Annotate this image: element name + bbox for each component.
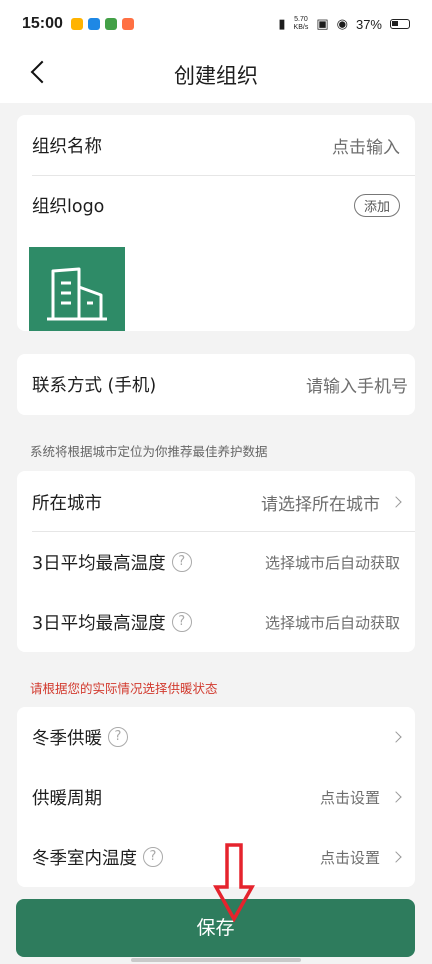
winter-heating-label: 冬季供暖 (32, 728, 102, 749)
network-speed: 5.70 KB/s (293, 16, 309, 31)
battery-icon (390, 19, 410, 29)
org-logo-image[interactable] (29, 247, 125, 331)
humidity-label: 3日平均最高湿度 (32, 613, 166, 634)
app-notification-icon (121, 18, 134, 30)
notification-icons (70, 18, 134, 30)
contact-card: 联系方式 (手机) 请输入手机号 (17, 354, 415, 415)
app-notification-icon (87, 18, 100, 30)
wifi-icon: ◉ (336, 16, 348, 31)
winter-heating-row[interactable]: 冬季供暖 ? (32, 720, 402, 754)
city-label: 所在城市 (32, 493, 102, 514)
status-time: 15:00 (22, 15, 63, 32)
chevron-right-icon (390, 851, 402, 863)
divider (32, 175, 415, 176)
heating-period-value[interactable]: 点击设置 (320, 787, 380, 808)
city-row[interactable]: 所在城市 请选择所在城市 (32, 485, 402, 519)
org-logo-row: 组织logo 添加 (32, 190, 400, 220)
app-notification-icon (70, 18, 83, 30)
temperature-label: 3日平均最高温度 (32, 553, 166, 574)
city-tip: 系统将根据城市定位为你推荐最佳养护数据 (30, 444, 268, 459)
humidity-row: 3日平均最高湿度 ? 选择城市后自动获取 (32, 605, 400, 639)
indoor-temp-label: 冬季室内温度 (32, 848, 137, 869)
page-title: 创建组织 (174, 64, 258, 88)
help-icon[interactable]: ? (143, 847, 163, 867)
annotation-arrow-icon (213, 843, 255, 923)
add-logo-button[interactable]: 添加 (353, 193, 400, 217)
building-icon (47, 267, 107, 321)
chevron-right-icon (390, 496, 402, 508)
org-name-label: 组织名称 (32, 136, 102, 157)
status-bar: 15:00 ▮ 5.70 KB/s ▣ ◉ 37% (0, 0, 432, 48)
chevron-right-icon (390, 791, 402, 803)
help-icon[interactable]: ? (108, 727, 128, 747)
city-card: 所在城市 请选择所在城市 3日平均最高温度 ? 选择城市后自动获取 3日平均最高… (17, 471, 415, 652)
phone-input[interactable]: 请输入手机号 (306, 372, 408, 397)
indoor-temp-value[interactable]: 点击设置 (320, 847, 380, 868)
heating-tip: 请根据您的实际情况选择供暖状态 (30, 681, 218, 696)
heating-period-row[interactable]: 供暖周期 点击设置 (32, 780, 402, 814)
app-notification-icon (104, 18, 117, 30)
org-name-input[interactable]: 点击输入 (332, 133, 400, 158)
contact-label: 联系方式 (手机) (32, 375, 157, 396)
humidity-value: 选择城市后自动获取 (264, 613, 400, 632)
sim-icon: ▣ (316, 16, 329, 31)
chevron-right-icon (390, 731, 402, 743)
nav-bar: 创建组织 (0, 48, 432, 103)
help-icon[interactable]: ? (171, 612, 192, 632)
help-icon[interactable]: ? (171, 552, 192, 572)
contact-row[interactable]: 联系方式 (手机) 请输入手机号 (32, 367, 408, 401)
divider (32, 531, 415, 532)
heating-period-label: 供暖周期 (32, 788, 102, 809)
home-indicator (131, 958, 301, 962)
org-logo-label: 组织logo (32, 196, 105, 217)
temperature-value: 选择城市后自动获取 (264, 553, 400, 572)
org-name-row[interactable]: 组织名称 点击输入 (32, 128, 400, 162)
org-card: 组织名称 点击输入 组织logo 添加 (17, 115, 415, 331)
vibrate-icon: ▮ (278, 16, 286, 31)
temperature-row: 3日平均最高温度 ? 选择城市后自动获取 (32, 545, 400, 579)
city-select[interactable]: 请选择所在城市 (261, 490, 380, 515)
battery-percent: 37% (355, 16, 382, 32)
